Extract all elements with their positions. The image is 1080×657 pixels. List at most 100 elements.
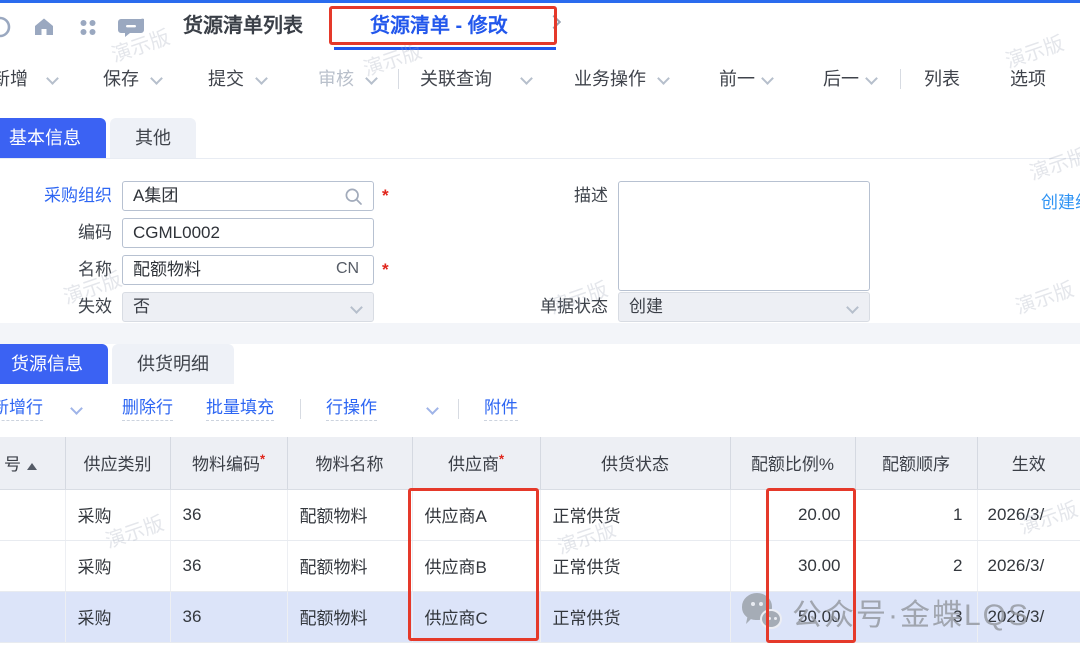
required-asterisk: * bbox=[382, 260, 389, 280]
app-tab-edit-page[interactable]: 货源清单 - 修改 bbox=[370, 3, 508, 50]
supplier-cell[interactable]: 供应商C bbox=[412, 591, 540, 642]
app-tab-list-page[interactable]: 货源清单列表 bbox=[183, 3, 303, 50]
circle-icon[interactable] bbox=[0, 15, 12, 39]
chevron-down-icon[interactable] bbox=[365, 72, 378, 85]
tab-overflow-chevron-icon[interactable] bbox=[547, 15, 561, 29]
attachment-button[interactable]: 附件 bbox=[484, 386, 518, 432]
table-row[interactable]: 采购 36 配额物料 供应商B 正常供货 30.00 2 2026/3/ bbox=[0, 540, 1080, 591]
quota-ratio-cell[interactable]: 20.00 bbox=[730, 489, 855, 540]
col-effective-date[interactable]: 生效 bbox=[977, 437, 1080, 489]
toolbar-divider bbox=[398, 69, 399, 89]
active-tab-underline bbox=[334, 47, 556, 50]
material-code-cell[interactable]: 36 bbox=[170, 489, 287, 540]
apps-grid-icon[interactable] bbox=[76, 15, 100, 39]
tab-basic-info[interactable]: 基本信息 bbox=[0, 118, 106, 158]
supplier-cell[interactable]: 供应商A bbox=[412, 489, 540, 540]
divider bbox=[0, 158, 1080, 159]
tab-source-info[interactable]: 货源信息 bbox=[0, 344, 108, 384]
supplier-cell[interactable]: 供应商B bbox=[412, 540, 540, 591]
section-separator bbox=[0, 323, 1080, 344]
toolbar-list-button[interactable]: 列表 bbox=[924, 53, 960, 105]
supply-status-cell[interactable]: 正常供货 bbox=[540, 540, 730, 591]
toolbar-business-ops-button[interactable]: 业务操作 bbox=[574, 53, 646, 105]
required-asterisk: * bbox=[260, 452, 265, 467]
home-icon[interactable] bbox=[32, 15, 56, 39]
purchase-org-label[interactable]: 采购组织 bbox=[0, 181, 112, 211]
batch-fill-button[interactable]: 批量填充 bbox=[206, 386, 274, 432]
col-quota-order[interactable]: 配额顺序 bbox=[855, 437, 977, 489]
chevron-down-icon[interactable] bbox=[255, 72, 268, 85]
row-number-cell[interactable] bbox=[0, 489, 65, 540]
material-name-cell[interactable]: 配额物料 bbox=[287, 591, 412, 642]
table-row-selected[interactable]: 采购 36 配额物料 供应商C 正常供货 50.00 3 2026/3/ bbox=[0, 591, 1080, 642]
message-icon[interactable] bbox=[118, 15, 144, 39]
col-material-code[interactable]: 物料编码* bbox=[170, 437, 287, 489]
toolbar-audit-button[interactable]: 审核 bbox=[318, 53, 354, 105]
chevron-down-icon[interactable] bbox=[150, 72, 163, 85]
col-supplier[interactable]: 供应商* bbox=[412, 437, 540, 489]
chevron-down-icon[interactable] bbox=[865, 72, 878, 85]
chevron-down-icon[interactable] bbox=[520, 72, 533, 85]
quota-order-cell[interactable]: 2 bbox=[855, 540, 977, 591]
col-supply-type[interactable]: 供应类别 bbox=[65, 437, 170, 489]
effective-date-cell[interactable]: 2026/3/ bbox=[977, 591, 1080, 642]
supply-type-cell[interactable]: 采购 bbox=[65, 540, 170, 591]
code-field[interactable]: CGML0002 bbox=[122, 218, 374, 248]
toolbar-save-button[interactable]: 保存 bbox=[103, 53, 139, 105]
row-number-cell[interactable] bbox=[0, 540, 65, 591]
chevron-down-icon[interactable] bbox=[70, 402, 83, 415]
chevron-down-icon[interactable] bbox=[761, 72, 774, 85]
sort-asc-icon[interactable] bbox=[27, 463, 37, 470]
doc-status-select[interactable]: 创建 bbox=[618, 292, 870, 322]
row-number-cell[interactable] bbox=[0, 591, 65, 642]
table-header-row: 号 供应类别 物料编码* 物料名称 供应商* 供货状态 配额比例% 配额顺序 生… bbox=[0, 437, 1080, 489]
app-window: 货源清单列表 货源清单 - 修改 新增 保存 提交 审核 关联查询 业务操作 前… bbox=[0, 0, 1080, 657]
quota-order-cell[interactable]: 3 bbox=[855, 591, 977, 642]
row-operation-button[interactable]: 行操作 bbox=[326, 386, 377, 432]
effective-date-cell[interactable]: 2026/3/ bbox=[977, 489, 1080, 540]
material-code-cell[interactable]: 36 bbox=[170, 591, 287, 642]
tab-other[interactable]: 其他 bbox=[110, 118, 196, 158]
quota-order-cell[interactable]: 1 bbox=[855, 489, 977, 540]
purchase-org-field[interactable]: A集团 bbox=[122, 181, 374, 211]
supply-status-cell[interactable]: 正常供货 bbox=[540, 489, 730, 540]
add-row-button[interactable]: 新增行 bbox=[0, 386, 43, 432]
chevron-down-icon[interactable] bbox=[46, 72, 59, 85]
invalid-label: 失效 bbox=[0, 292, 112, 322]
material-name-cell[interactable]: 配额物料 bbox=[287, 540, 412, 591]
doc-status-label: 单据状态 bbox=[518, 292, 608, 322]
col-material-name[interactable]: 物料名称 bbox=[287, 437, 412, 489]
supply-source-table: 号 供应类别 物料编码* 物料名称 供应商* 供货状态 配额比例% 配额顺序 生… bbox=[0, 437, 1080, 643]
search-icon[interactable] bbox=[344, 187, 364, 207]
description-textarea[interactable] bbox=[618, 181, 870, 291]
required-asterisk: * bbox=[382, 186, 389, 206]
toolbar-divider bbox=[458, 399, 459, 419]
toolbar-new-button[interactable]: 新增 bbox=[0, 53, 28, 105]
table-row[interactable]: 采购 36 配额物料 供应商A 正常供货 20.00 1 2026/3/ bbox=[0, 489, 1080, 540]
supply-status-cell[interactable]: 正常供货 bbox=[540, 591, 730, 642]
toolbar-related-query-button[interactable]: 关联查询 bbox=[420, 53, 492, 105]
supply-type-cell[interactable]: 采购 bbox=[65, 489, 170, 540]
col-row-number[interactable]: 号 bbox=[0, 437, 65, 489]
toolbar-submit-button[interactable]: 提交 bbox=[208, 53, 244, 105]
detail-tabstrip: 货源信息供货明细 bbox=[0, 344, 1080, 384]
chevron-down-icon[interactable] bbox=[426, 402, 439, 415]
quota-ratio-cell[interactable]: 50.00 bbox=[730, 591, 855, 642]
effective-date-cell[interactable]: 2026/3/ bbox=[977, 540, 1080, 591]
material-code-cell[interactable]: 36 bbox=[170, 540, 287, 591]
tab-supply-detail[interactable]: 供货明细 bbox=[112, 344, 234, 384]
material-name-cell[interactable]: 配额物料 bbox=[287, 489, 412, 540]
toolbar-next-button[interactable]: 后一 bbox=[823, 53, 859, 105]
invalid-select[interactable]: 否 bbox=[122, 292, 374, 322]
chevron-down-icon[interactable] bbox=[657, 72, 670, 85]
main-toolbar: 新增 保存 提交 审核 关联查询 业务操作 前一 后一 列表 选项 bbox=[0, 53, 1080, 105]
col-supply-status[interactable]: 供货状态 bbox=[540, 437, 730, 489]
required-asterisk: * bbox=[499, 452, 504, 467]
quota-ratio-cell[interactable]: 30.00 bbox=[730, 540, 855, 591]
toolbar-options-button[interactable]: 选项 bbox=[1010, 53, 1046, 105]
toolbar-previous-button[interactable]: 前一 bbox=[719, 53, 755, 105]
delete-row-button[interactable]: 删除行 bbox=[122, 386, 173, 432]
create-org-link[interactable]: 创建组织 bbox=[1041, 188, 1080, 213]
col-quota-ratio[interactable]: 配额比例% bbox=[730, 437, 855, 489]
supply-type-cell[interactable]: 采购 bbox=[65, 591, 170, 642]
